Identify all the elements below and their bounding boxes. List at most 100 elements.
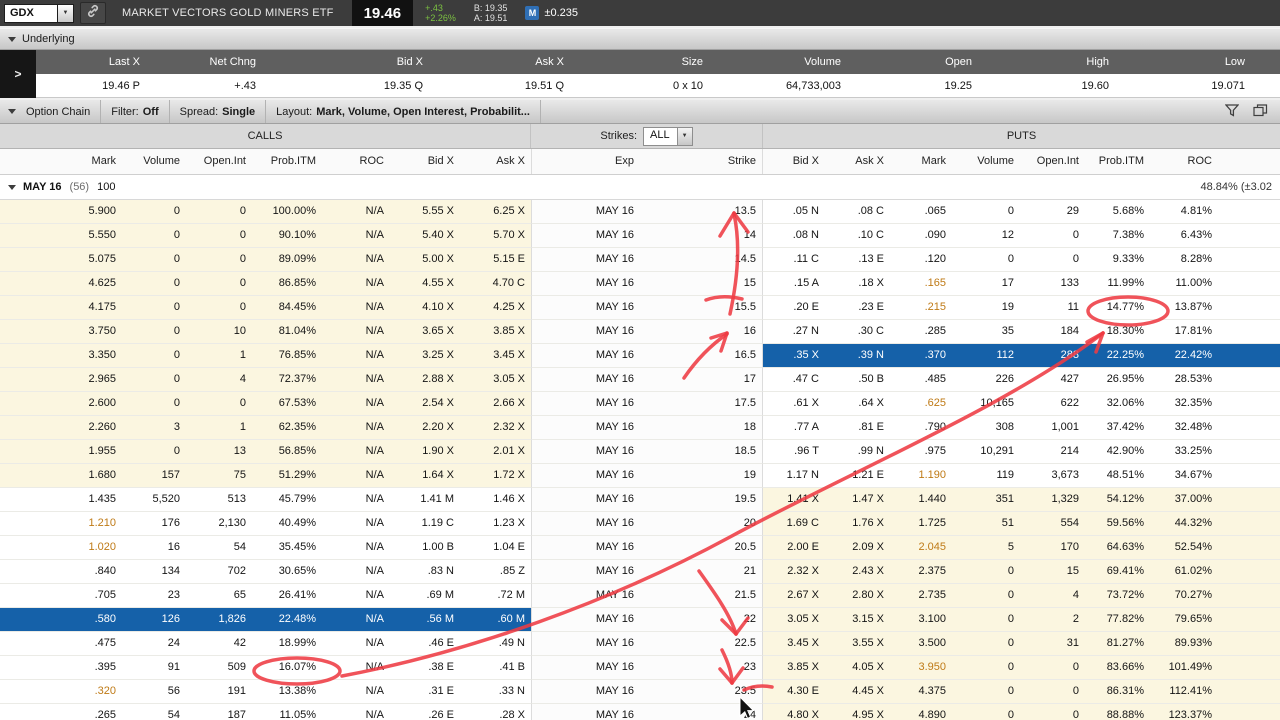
row-gutter-cell[interactable] [0,344,26,367]
call-openint-cell[interactable]: 75 [186,464,252,487]
call-probitm-cell[interactable]: 13.38% [252,680,322,703]
call-probitm-cell[interactable]: 81.04% [252,320,322,343]
row-gutter-cell[interactable] [26,632,52,655]
call-volume-cell[interactable]: 56 [122,680,186,703]
call-col-open-int[interactable]: Open.Int [186,149,252,174]
call-volume-cell[interactable]: 23 [122,584,186,607]
row-gutter-cell[interactable] [26,584,52,607]
call-mark-cell[interactable]: .265 [52,704,122,720]
row-gutter-cell[interactable] [0,488,26,511]
call-openint-cell[interactable]: 187 [186,704,252,720]
exp-cell[interactable]: MAY 16 [532,488,640,511]
call-roc-cell[interactable]: N/A [322,512,390,535]
option-row[interactable]: .705 23 65 26.41% N/A .69 M .72 M MAY 16 21.5 2.6… [0,584,1280,608]
call-bid-cell[interactable]: 1.19 C [390,512,460,535]
row-gutter-cell[interactable] [0,536,26,559]
call-openint-cell[interactable]: 0 [186,392,252,415]
put-openint-cell[interactable]: 2 [1020,608,1085,631]
exp-cell[interactable]: MAY 16 [532,536,640,559]
option-row[interactable]: 1.680 157 75 51.29% N/A 1.64 X 1.72 X MAY 16 19 1… [0,464,1280,488]
put-volume-cell[interactable]: 308 [952,416,1020,439]
call-ask-cell[interactable]: 2.01 X [460,440,531,463]
put-bid-cell[interactable]: .61 X [763,392,825,415]
put-col-bid-x[interactable]: Bid X [763,149,825,174]
call-mark-cell[interactable]: 2.965 [52,368,122,391]
call-ask-cell[interactable]: 2.32 X [460,416,531,439]
put-roc-cell[interactable]: 112.41% [1150,680,1218,703]
call-roc-cell[interactable]: N/A [322,224,390,247]
put-openint-cell[interactable]: 4 [1020,584,1085,607]
put-openint-cell[interactable]: 3,673 [1020,464,1085,487]
row-gutter-cell[interactable] [0,608,26,631]
put-roc-cell[interactable]: 70.27% [1150,584,1218,607]
put-roc-cell[interactable]: 79.65% [1150,608,1218,631]
put-volume-cell[interactable]: 0 [952,200,1020,223]
expand-chevron-icon[interactable]: > [0,50,36,98]
call-probitm-cell[interactable]: 90.10% [252,224,322,247]
call-bid-cell[interactable]: 1.90 X [390,440,460,463]
call-probitm-cell[interactable]: 51.29% [252,464,322,487]
put-ask-cell[interactable]: 2.80 X [825,584,890,607]
call-probitm-cell[interactable]: 89.09% [252,248,322,271]
call-volume-cell[interactable]: 0 [122,344,186,367]
put-mark-cell[interactable]: 3.100 [890,608,952,631]
call-mark-cell[interactable]: .475 [52,632,122,655]
call-ask-cell[interactable]: .49 N [460,632,531,655]
put-roc-cell[interactable]: 61.02% [1150,560,1218,583]
call-probitm-cell[interactable]: 35.45% [252,536,322,559]
put-ask-cell[interactable]: .18 X [825,272,890,295]
put-ask-cell[interactable]: .30 C [825,320,890,343]
call-ask-cell[interactable]: 3.05 X [460,368,531,391]
filter-funnel-icon[interactable] [1224,103,1240,120]
call-volume-cell[interactable]: 0 [122,296,186,319]
exp-cell[interactable]: MAY 16 [532,272,640,295]
option-row[interactable]: 5.550 0 0 90.10% N/A 5.40 X 5.70 X MAY 16 14.08 … [0,224,1280,248]
put-probitm-cell[interactable]: 42.90% [1085,440,1150,463]
call-mark-cell[interactable]: 1.020 [52,536,122,559]
call-volume-cell[interactable]: 16 [122,536,186,559]
call-bid-cell[interactable]: .38 E [390,656,460,679]
call-bid-cell[interactable]: 5.55 X [390,200,460,223]
put-bid-cell[interactable]: .35 X [763,344,825,367]
put-openint-cell[interactable]: 0 [1020,248,1085,271]
put-openint-cell[interactable]: 31 [1020,632,1085,655]
put-bid-cell[interactable]: .77 A [763,416,825,439]
put-volume-cell[interactable]: 19 [952,296,1020,319]
call-roc-cell[interactable]: N/A [322,248,390,271]
put-mark-cell[interactable]: .215 [890,296,952,319]
call-mark-cell[interactable]: 5.900 [52,200,122,223]
option-row[interactable]: 5.900 0 0 100.00% N/A 5.55 X 6.25 X MAY 16 13.5.… [0,200,1280,224]
call-roc-cell[interactable]: N/A [322,200,390,223]
put-probitm-cell[interactable]: 37.42% [1085,416,1150,439]
call-ask-cell[interactable]: 3.45 X [460,344,531,367]
row-gutter-cell[interactable] [0,296,26,319]
call-mark-cell[interactable]: .395 [52,656,122,679]
call-probitm-cell[interactable]: 56.85% [252,440,322,463]
call-ask-cell[interactable]: .85 Z [460,560,531,583]
call-probitm-cell[interactable]: 40.49% [252,512,322,535]
option-row[interactable]: 5.075 0 0 89.09% N/A 5.00 X 5.15 E MAY 16 14.5.1… [0,248,1280,272]
exp-cell[interactable]: MAY 16 [532,296,640,319]
put-volume-cell[interactable]: 0 [952,632,1020,655]
put-volume-cell[interactable]: 12 [952,224,1020,247]
option-row[interactable]: .265 54 187 11.05% N/A .26 E .28 X MAY 16 24 4.80… [0,704,1280,720]
row-gutter-cell[interactable] [26,248,52,271]
call-volume-cell[interactable]: 126 [122,608,186,631]
underlying-section-header[interactable]: Underlying [0,28,1280,50]
row-gutter-cell[interactable] [0,704,26,720]
call-roc-cell[interactable]: N/A [322,440,390,463]
call-openint-cell[interactable]: 0 [186,272,252,295]
call-openint-cell[interactable]: 0 [186,224,252,247]
put-ask-cell[interactable]: 2.09 X [825,536,890,559]
put-volume-cell[interactable]: 0 [952,656,1020,679]
put-bid-cell[interactable]: 2.32 X [763,560,825,583]
put-roc-cell[interactable]: 44.32% [1150,512,1218,535]
call-openint-cell[interactable]: 10 [186,320,252,343]
put-volume-cell[interactable]: 112 [952,344,1020,367]
exp-cell[interactable]: MAY 16 [532,368,640,391]
call-bid-cell[interactable]: .56 M [390,608,460,631]
col-exp[interactable]: Exp [532,149,640,174]
put-openint-cell[interactable]: 11 [1020,296,1085,319]
row-gutter-cell[interactable] [26,488,52,511]
symbol-input[interactable]: GDX [4,3,58,23]
